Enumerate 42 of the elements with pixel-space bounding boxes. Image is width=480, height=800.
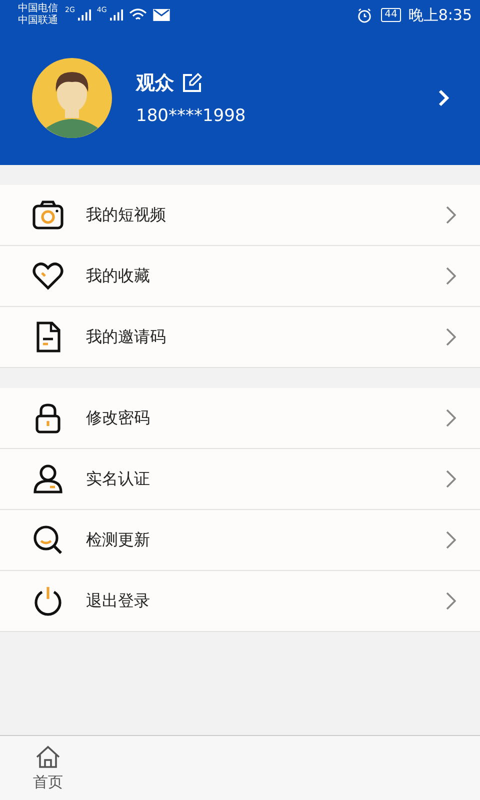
menu-item[interactable]: 检测更新 xyxy=(0,510,480,571)
phone-number: 180****1998 xyxy=(136,106,247,126)
menu-item[interactable]: 修改密码 xyxy=(0,388,480,449)
power-icon xyxy=(32,585,64,617)
avatar-icon xyxy=(32,58,112,138)
chevron-right-icon xyxy=(446,206,456,224)
menu-label: 检测更新 xyxy=(86,530,151,550)
carrier-name: 中国电信 xyxy=(18,3,58,14)
chevron-right-icon xyxy=(446,470,456,488)
menu-item[interactable]: 我的收藏 xyxy=(0,246,480,307)
chevron-right-icon xyxy=(446,592,456,610)
alarm-icon xyxy=(356,8,372,22)
signal-icon xyxy=(110,9,123,21)
menu-label: 修改密码 xyxy=(86,408,151,428)
chevron-right-icon xyxy=(446,409,456,427)
signal-icon xyxy=(78,9,91,21)
home-icon xyxy=(35,744,61,768)
edit-icon[interactable] xyxy=(182,72,202,92)
chevron-right-icon xyxy=(446,328,456,346)
menu-label: 实名认证 xyxy=(86,468,151,490)
menu-label: 我的短视频 xyxy=(86,204,167,226)
menu-item[interactable]: 实名认证 xyxy=(0,449,480,510)
menu-item[interactable]: 我的邀请码 xyxy=(0,307,480,368)
menu-label: 我的邀请码 xyxy=(86,326,167,348)
carrier-name: 中国联通 xyxy=(18,15,58,27)
battery-icon: 44 xyxy=(380,8,402,22)
wifi-icon xyxy=(128,8,147,22)
heart-icon xyxy=(32,260,64,292)
chevron-right-icon xyxy=(446,267,456,285)
search-icon xyxy=(32,524,64,556)
camera-icon xyxy=(32,199,64,231)
menu-label: 退出登录 xyxy=(86,590,151,612)
home-tab[interactable]: 首页 xyxy=(0,736,96,800)
menu-label: 我的收藏 xyxy=(86,266,151,286)
mail-icon xyxy=(152,9,170,21)
chevron-right-icon[interactable] xyxy=(438,88,450,106)
person-icon xyxy=(32,463,64,495)
clock-time: 晚上8:35 xyxy=(408,6,472,24)
user-name: 观众 xyxy=(136,70,174,96)
chevron-right-icon xyxy=(446,531,456,549)
menu-item[interactable]: 我的短视频 xyxy=(0,185,480,246)
menu-item[interactable]: 退出登录 xyxy=(0,571,480,632)
